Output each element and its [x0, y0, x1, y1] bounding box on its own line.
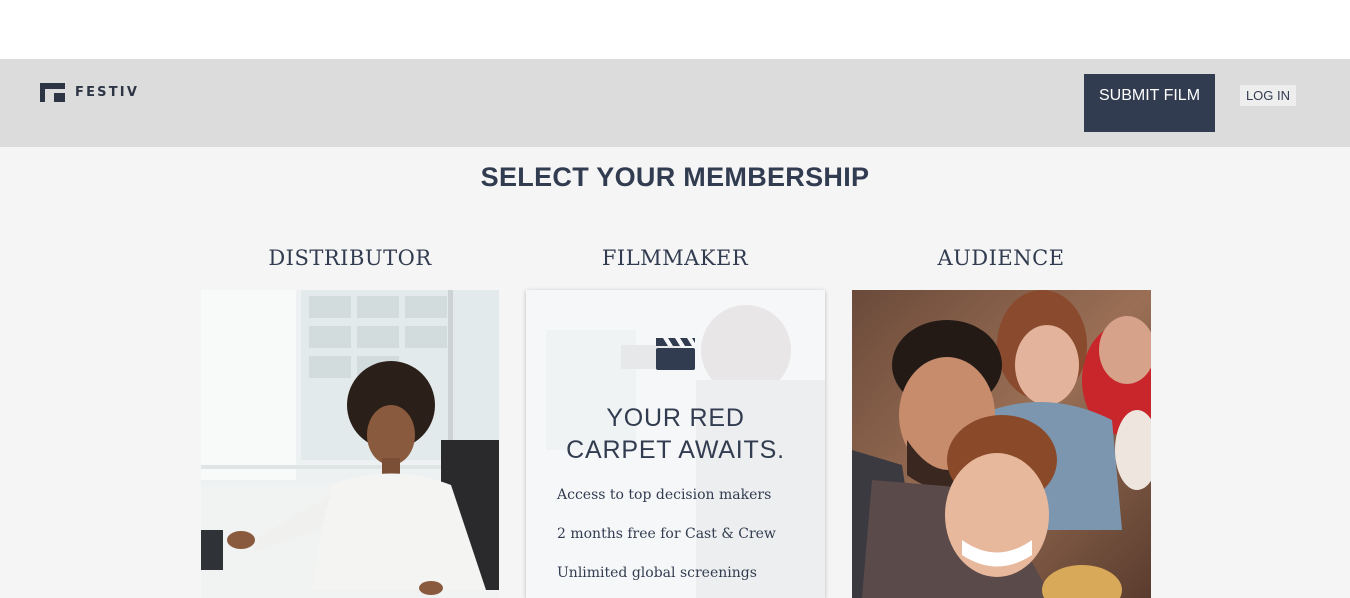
clapperboard-icon [656, 338, 695, 370]
top-blank-area [0, 0, 1350, 59]
log-in-button[interactable]: LOG IN [1240, 85, 1296, 106]
filmmaker-headline-line1: YOUR RED [606, 404, 745, 432]
distributor-photo [201, 290, 499, 598]
site-header: FESTIV SUBMIT FILM LOG IN [0, 59, 1350, 147]
feature-item: Unlimited global screenings [557, 565, 757, 581]
submit-film-button[interactable]: SUBMIT FILM [1084, 74, 1215, 132]
festiv-logo-icon [40, 83, 65, 102]
audience-title: AUDIENCE [937, 246, 1065, 270]
filmmaker-headline: YOUR RED CARPET AWAITS. [526, 402, 825, 466]
audience-photo [852, 290, 1151, 598]
page-title: SELECT YOUR MEMBERSHIP [480, 162, 870, 192]
feature-item: Access to top decision makers [557, 487, 772, 503]
filmmaker-headline-line2: CARPET AWAITS. [566, 436, 785, 464]
brand-name: FESTIV [75, 85, 140, 100]
distributor-title: DISTRIBUTOR [268, 246, 432, 270]
filmmaker-title: FILMMAKER [601, 246, 749, 270]
filmmaker-card[interactable]: YOUR RED CARPET AWAITS. Access to top de… [526, 290, 825, 598]
feature-item: 2 months free for Cast & Crew [557, 526, 776, 542]
festiv-logo[interactable]: FESTIV [40, 83, 139, 102]
audience-card[interactable] [852, 290, 1151, 598]
distributor-card[interactable] [201, 290, 499, 598]
